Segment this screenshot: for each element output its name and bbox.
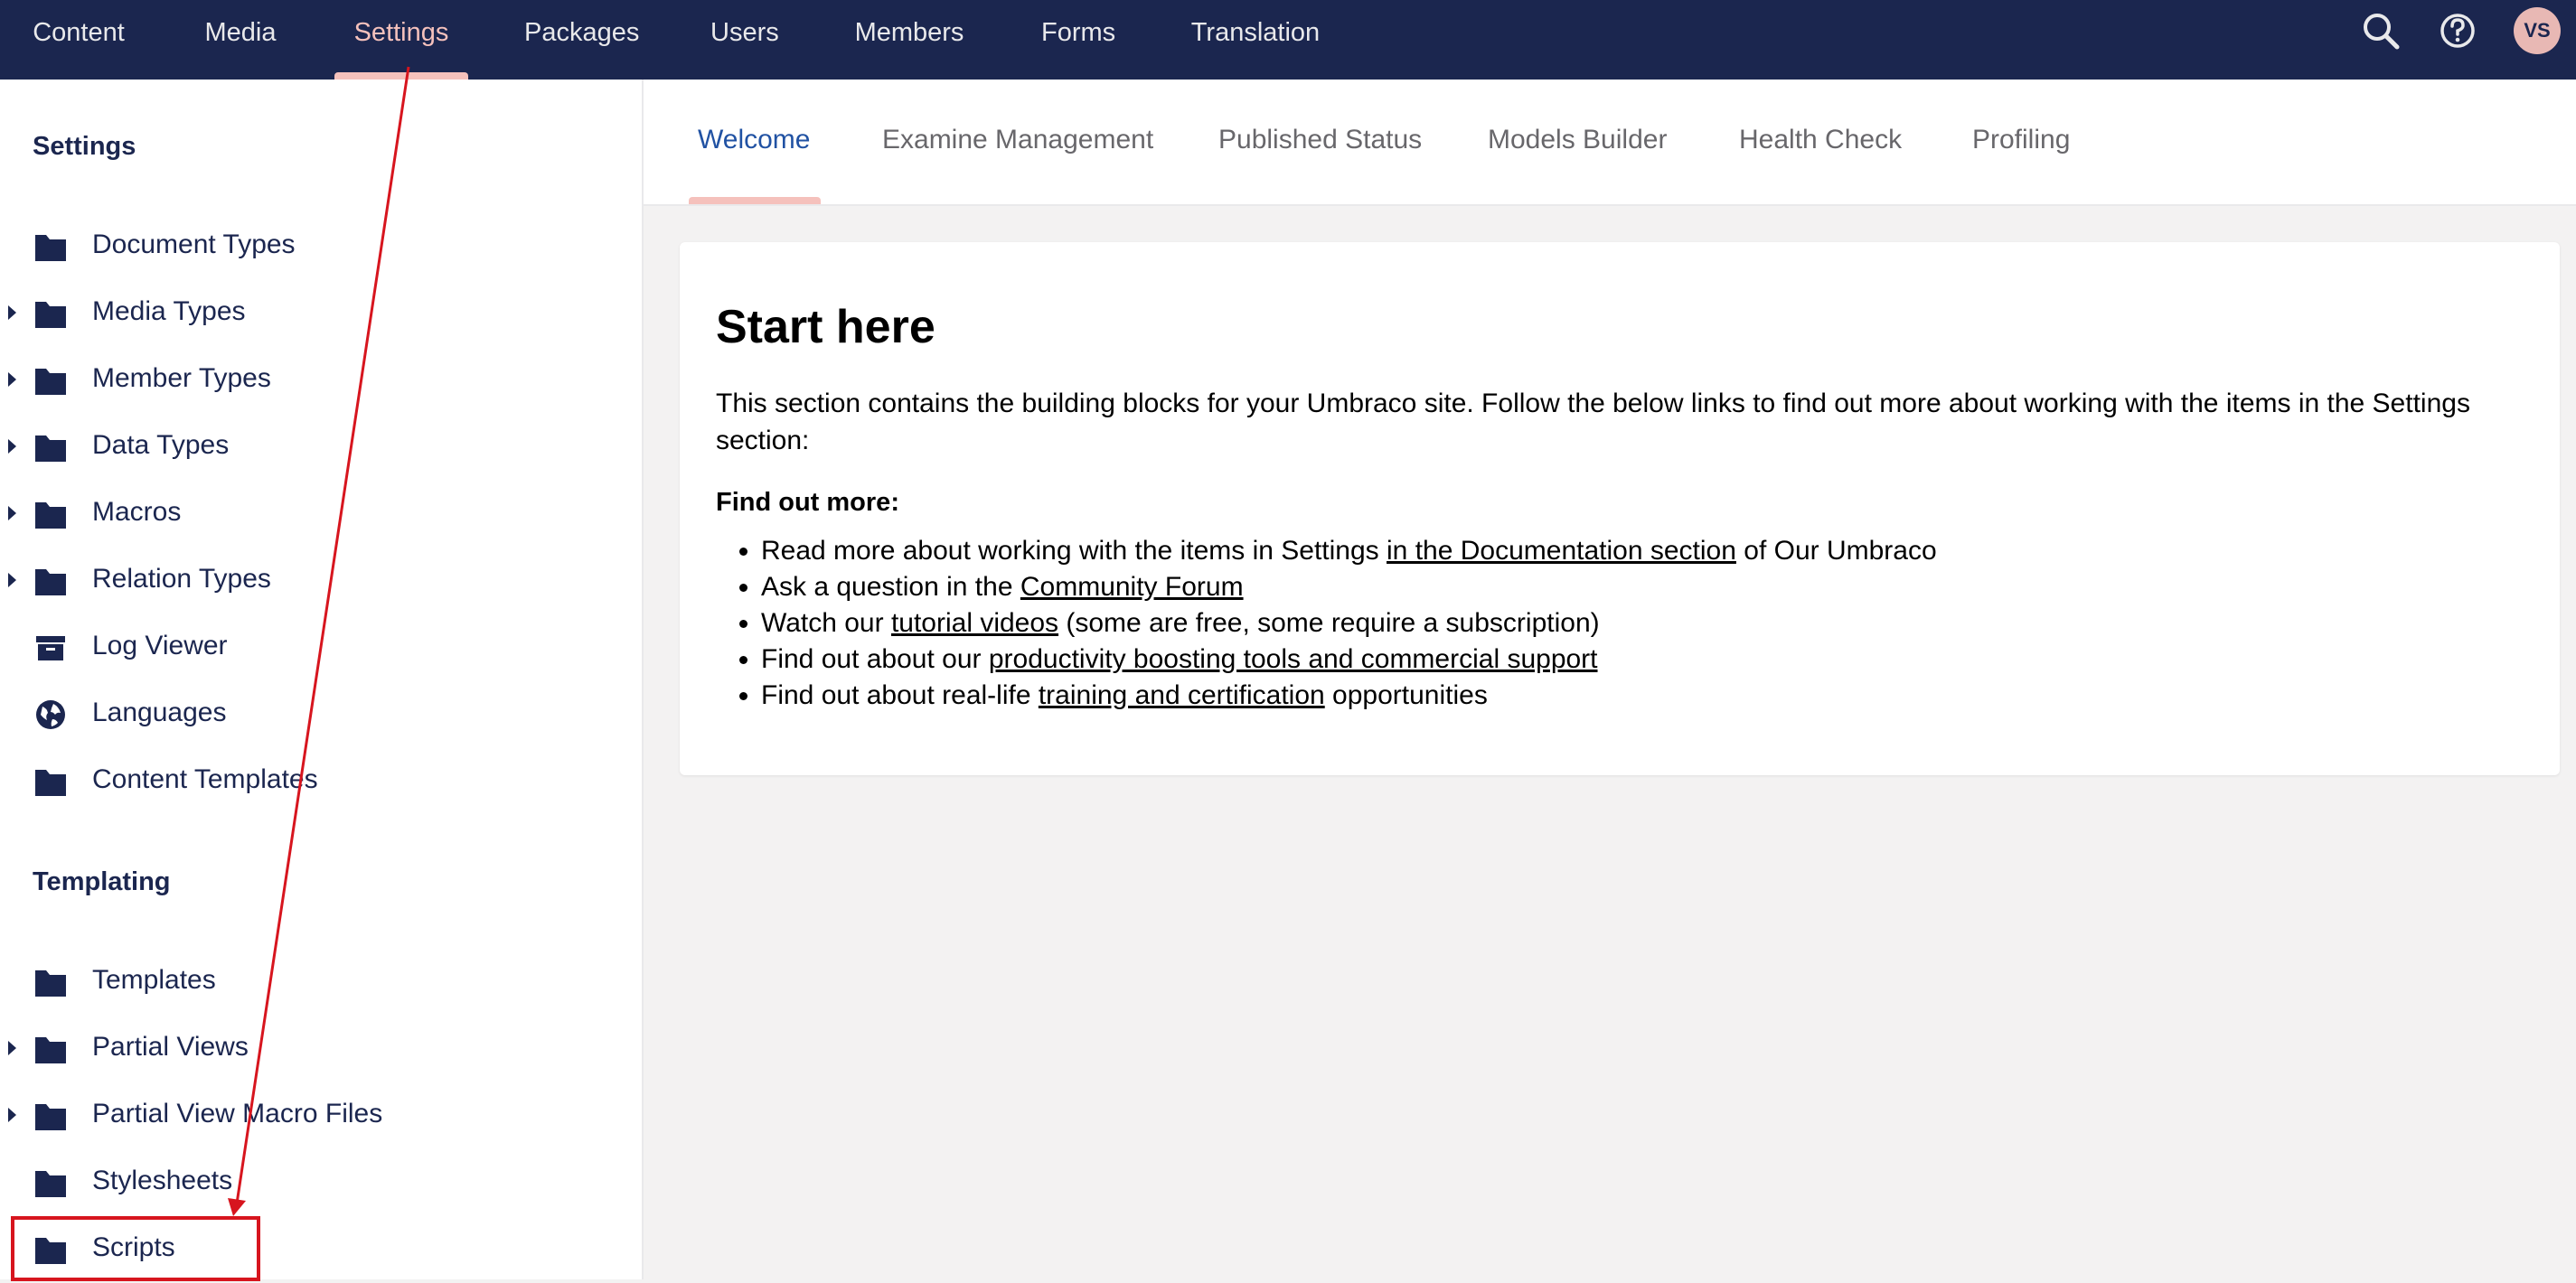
annotation-highlight-box [11, 1216, 260, 1281]
annotation-arrow [228, 66, 410, 1216]
